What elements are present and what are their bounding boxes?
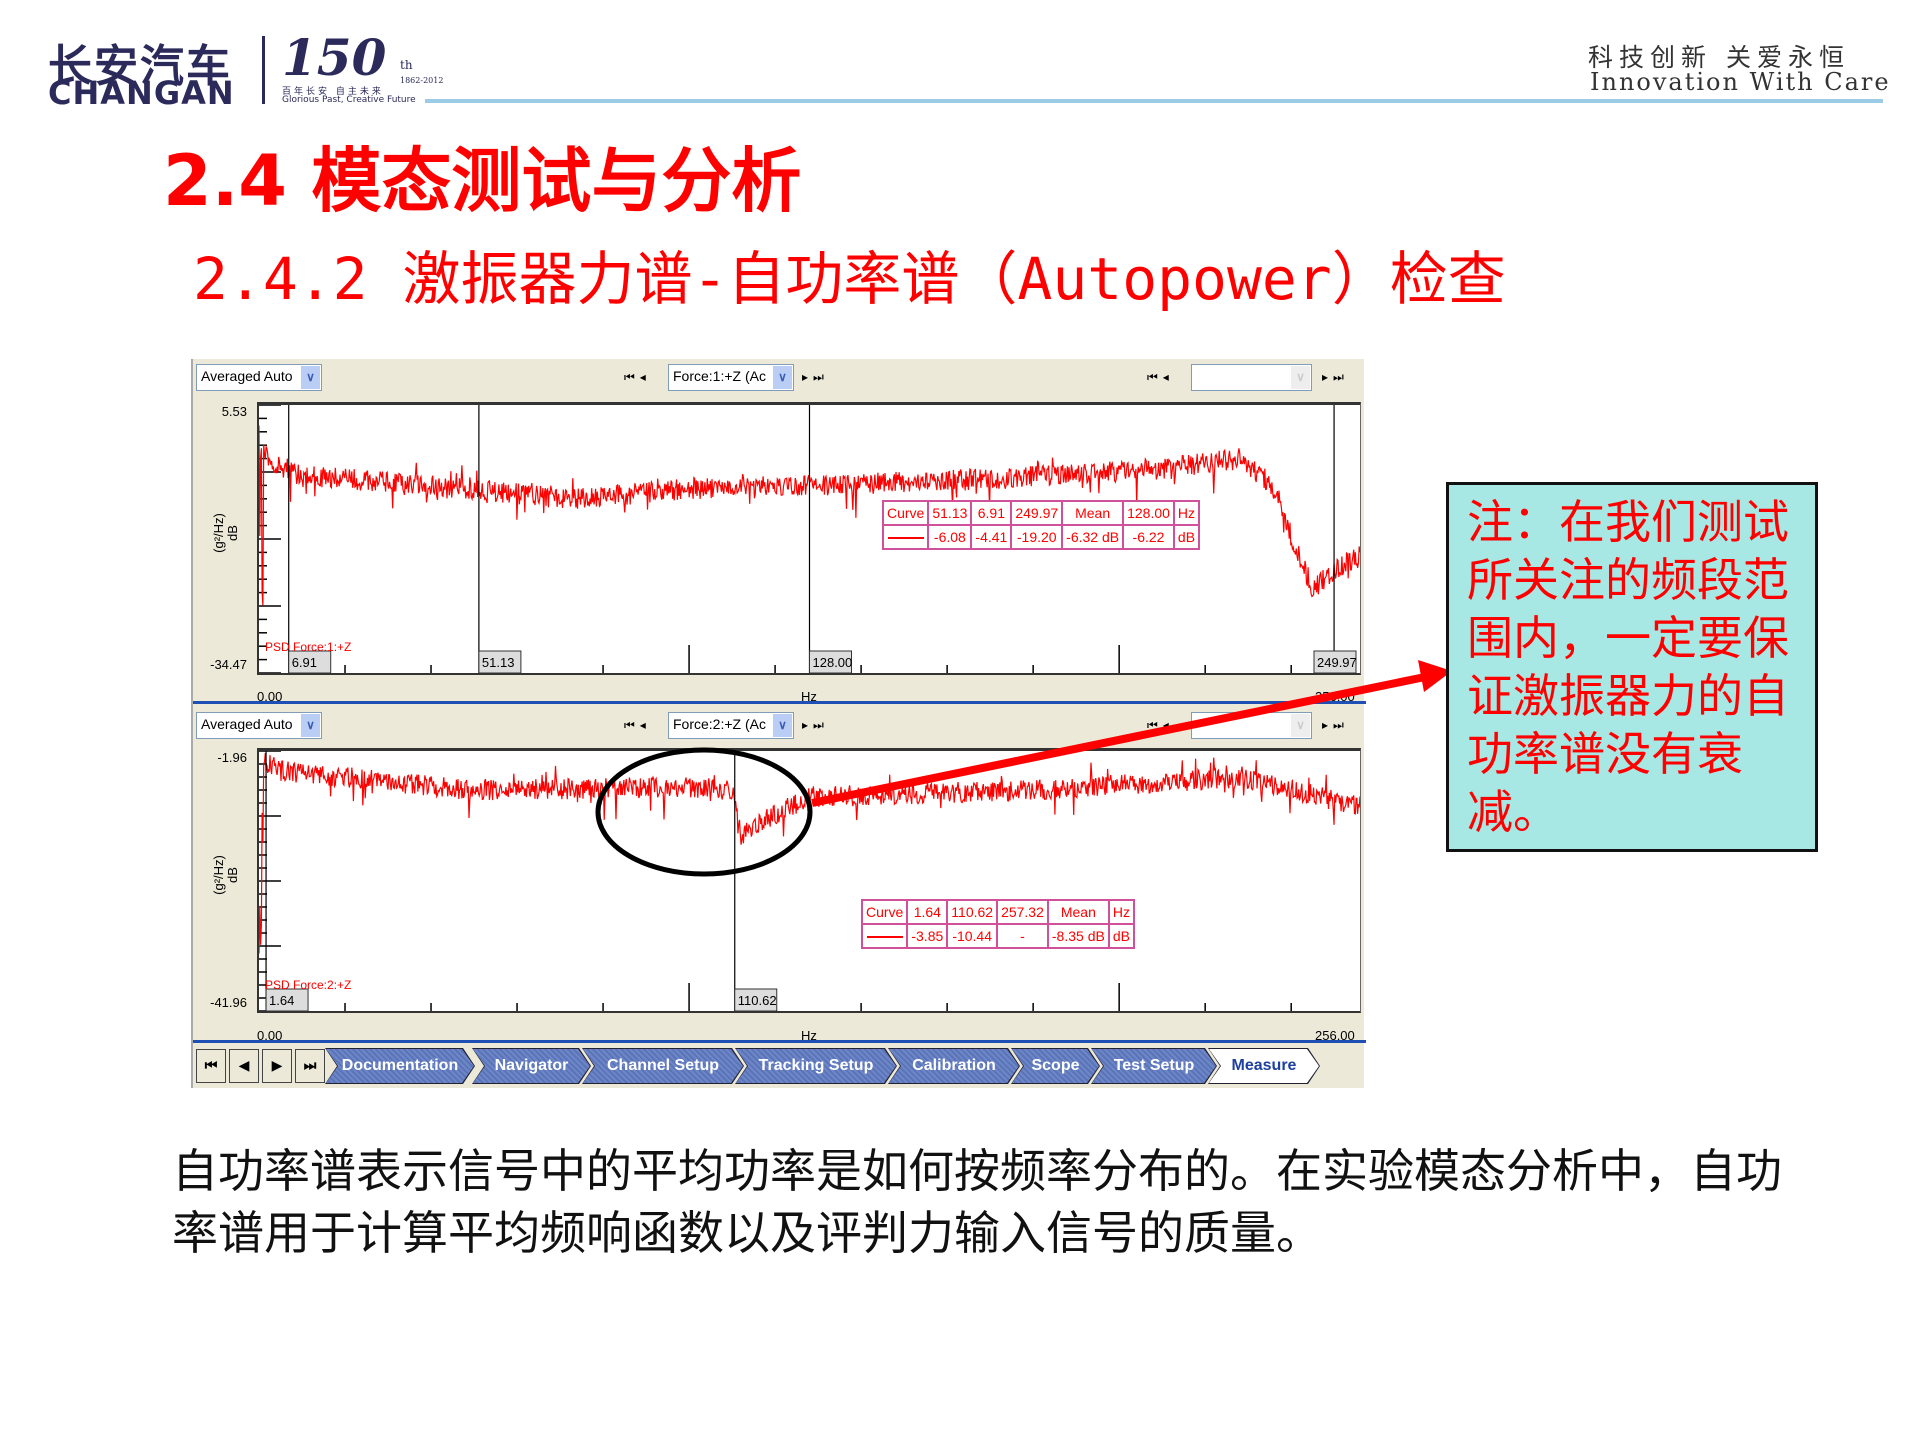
annotation-arrow-line bbox=[811, 673, 1426, 807]
body-paragraph: 自功率谱表示信号中的平均功率是如何按频率分布的。在实验模态分析中，自功率谱用于计… bbox=[172, 1144, 1782, 1260]
note-callout: 注：在我们测试所关注的频段范围内，一定要保证激振器力的自功率谱没有衰减。 bbox=[1446, 482, 1818, 852]
highlight-ellipse bbox=[595, 747, 813, 877]
